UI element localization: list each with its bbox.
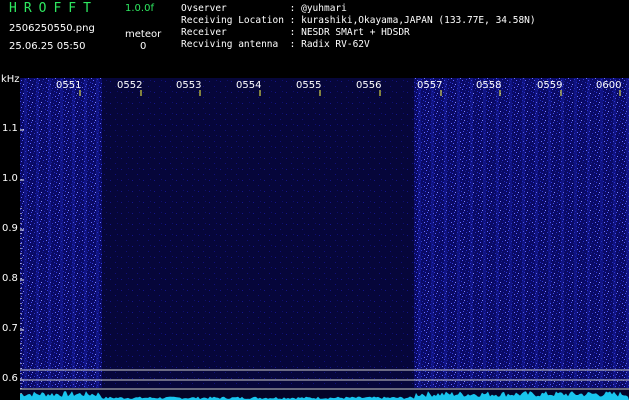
time-tick-label: 0559 — [537, 80, 563, 91]
time-tick-label: 0558 — [476, 80, 502, 91]
noise-stripe — [509, 78, 512, 388]
time-tick-label: 0552 — [117, 80, 143, 91]
y-tick-label: 0.6 — [2, 373, 18, 384]
y-tick-label: 0.8 — [2, 273, 18, 284]
y-tick-label: 1.1 — [2, 123, 18, 134]
noise-stripe — [522, 78, 525, 388]
noise-stripe — [470, 78, 473, 388]
version-label: 1.0.0f — [125, 3, 154, 14]
time-tick-label: 0556 — [356, 80, 382, 91]
noise-stripe — [72, 78, 75, 388]
datetime-label: 25.06.25 05:50 — [9, 41, 86, 52]
noise-stripe — [587, 78, 590, 388]
noise-stripe — [24, 78, 27, 388]
location-info: Receiving Location : kurashiki,Okayama,J… — [181, 15, 536, 26]
time-tick-label: 0554 — [236, 80, 262, 91]
y-tick-label: 0.7 — [2, 323, 18, 334]
noise-stripe — [574, 78, 577, 388]
noise-stripe — [431, 78, 434, 388]
y-tick-label: 0.9 — [2, 223, 18, 234]
noise-stripe — [418, 78, 421, 388]
noise-stripe — [535, 78, 538, 388]
noise-stripe — [444, 78, 447, 388]
observer-info: Ovserver : @yuhmari — [181, 3, 347, 14]
time-tick-label: 0551 — [56, 80, 82, 91]
y-tick-label: 1.0 — [2, 173, 18, 184]
noise-stripe — [36, 78, 39, 388]
time-tick-label: 0600 — [596, 80, 622, 91]
noise-stripe — [457, 78, 460, 388]
y-axis-unit: kHz — [1, 74, 20, 85]
receiver-info: Receiver : NESDR SMArt + HDSDR — [181, 27, 410, 38]
antenna-info: Recviving antenna : Radix RV-62V — [181, 39, 370, 50]
filename-label: 2506250550.png — [9, 23, 95, 34]
noise-stripe — [548, 78, 551, 388]
time-tick-label: 0557 — [417, 80, 443, 91]
noise-stripe — [48, 78, 51, 388]
quiet-band — [102, 78, 414, 388]
spectrogram-canvas — [20, 78, 629, 400]
spectrogram — [20, 78, 629, 400]
app-title: HROFFT — [9, 1, 98, 16]
time-tick-label: 0555 — [296, 80, 322, 91]
noise-stripe — [613, 78, 616, 388]
meteor-label: meteor — [125, 29, 162, 40]
noise-stripe — [84, 78, 87, 388]
time-tick-label: 0553 — [176, 80, 202, 91]
noise-stripe — [600, 78, 603, 388]
noise-stripe — [561, 78, 564, 388]
noise-stripe — [60, 78, 63, 388]
meteor-count: 0 — [140, 41, 147, 52]
noise-stripe — [483, 78, 486, 388]
noise-stripe — [496, 78, 499, 388]
noise-stripe — [96, 78, 99, 388]
